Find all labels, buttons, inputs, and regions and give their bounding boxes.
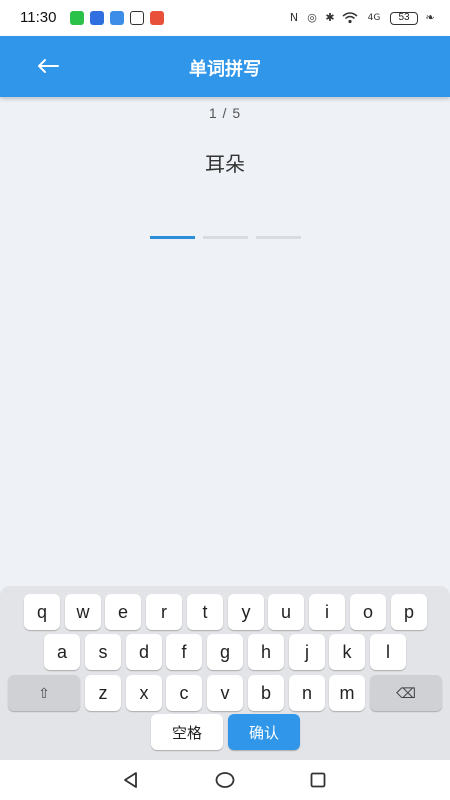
- square-recents-icon: [310, 772, 326, 788]
- weibo-icon: [150, 11, 164, 25]
- key-y[interactable]: y: [228, 594, 264, 630]
- key-o[interactable]: o: [350, 594, 386, 630]
- key-r[interactable]: r: [146, 594, 182, 630]
- vibrate-icon: ◎: [307, 11, 317, 24]
- backspace-key[interactable]: ⌫: [370, 675, 442, 711]
- key-i[interactable]: i: [309, 594, 345, 630]
- key-q[interactable]: q: [24, 594, 60, 630]
- letter-slot[interactable]: [203, 236, 248, 239]
- backspace-icon: ⌫: [396, 684, 416, 701]
- key-c[interactable]: c: [166, 675, 202, 711]
- progress-counter: 1 / 5: [208, 105, 242, 121]
- nav-back-button[interactable]: [118, 768, 144, 792]
- key-k[interactable]: k: [329, 634, 365, 670]
- key-a[interactable]: a: [44, 634, 80, 670]
- letter-slot[interactable]: [150, 236, 195, 239]
- bluetooth-app-icon: [110, 11, 124, 25]
- browser-icon: [90, 11, 104, 25]
- key-z[interactable]: z: [85, 675, 121, 711]
- key-l[interactable]: l: [370, 634, 406, 670]
- prompt-word: 耳朵: [205, 152, 245, 176]
- letter-slot[interactable]: [256, 236, 301, 239]
- key-h[interactable]: h: [248, 634, 284, 670]
- qq-icon: [130, 11, 144, 25]
- letter-slots: [150, 236, 301, 239]
- nfc-icon: N: [289, 11, 299, 24]
- app-bar: 单词拼写: [0, 36, 450, 97]
- nav-home-button[interactable]: [212, 768, 238, 792]
- key-v[interactable]: v: [207, 675, 243, 711]
- key-p[interactable]: p: [391, 594, 427, 630]
- status-time: 11:30: [20, 9, 57, 26]
- key-s[interactable]: s: [85, 634, 121, 670]
- status-bar: 11:30 N ◎ ✱ 4G 53 ❧: [0, 0, 450, 36]
- triangle-back-icon: [124, 772, 137, 788]
- key-m[interactable]: m: [329, 675, 365, 711]
- key-t[interactable]: t: [187, 594, 223, 630]
- battery-icon: 53: [390, 11, 418, 25]
- key-b[interactable]: b: [248, 675, 284, 711]
- signal-icon: 4G: [367, 13, 381, 23]
- nav-recents-button[interactable]: [305, 768, 331, 792]
- leaf-icon: ❧: [425, 11, 435, 24]
- key-x[interactable]: x: [126, 675, 162, 711]
- wifi-icon: [342, 12, 358, 24]
- page-title: 单词拼写: [189, 59, 261, 80]
- space-key[interactable]: 空格: [151, 714, 223, 750]
- bluetooth-icon: ✱: [325, 11, 335, 24]
- system-nav-bar: [0, 760, 450, 800]
- wechat-icon: [70, 11, 84, 25]
- key-n[interactable]: n: [289, 675, 325, 711]
- key-w[interactable]: w: [65, 594, 101, 630]
- key-f[interactable]: f: [166, 634, 202, 670]
- key-e[interactable]: e: [105, 594, 141, 630]
- on-screen-keyboard: q w e r t y u i o p a s d f g h j k l ⇧ …: [0, 586, 450, 760]
- key-u[interactable]: u: [268, 594, 304, 630]
- key-j[interactable]: j: [289, 634, 325, 670]
- confirm-button[interactable]: 确认: [228, 714, 300, 750]
- key-d[interactable]: d: [126, 634, 162, 670]
- shift-key[interactable]: ⇧: [8, 675, 80, 711]
- shift-icon: ⇧: [38, 684, 50, 701]
- circle-home-icon: [215, 772, 235, 788]
- key-g[interactable]: g: [207, 634, 243, 670]
